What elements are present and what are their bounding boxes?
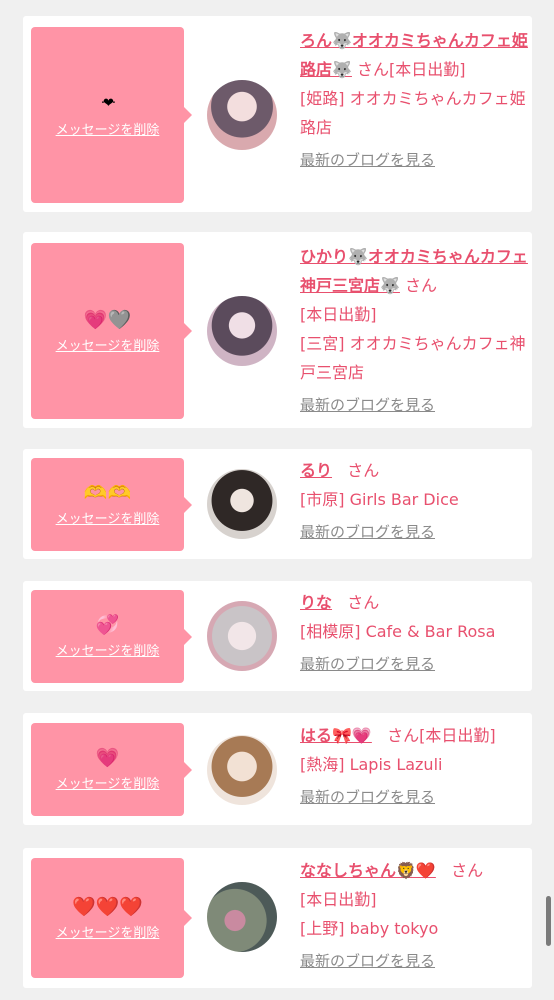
delete-message-link[interactable]: メッセージを削除: [56, 922, 160, 941]
emoji-heart-icon: 💗: [95, 747, 120, 769]
avatar[interactable]: [207, 296, 277, 366]
latest-blog-link[interactable]: 最新のブログを見る: [300, 783, 528, 812]
latest-blog-link[interactable]: 最新のブログを見る: [300, 518, 528, 547]
message-bubble: ·❤· メッセージを削除: [31, 27, 192, 203]
delete-message-link[interactable]: メッセージを削除: [56, 508, 160, 527]
cast-name-link[interactable]: はる🎀💗: [300, 726, 372, 745]
work-status: [本日出勤]: [419, 726, 496, 745]
message-bubble: 💞 メッセージを削除: [31, 590, 192, 683]
avatar[interactable]: [207, 80, 277, 150]
cast-info: るり さん [市原] Girls Bar Dice 最新のブログを見る: [300, 456, 528, 547]
delete-message-link[interactable]: メッセージを削除: [56, 773, 160, 792]
honorific: さん: [451, 861, 484, 880]
emoji-hearts-icon: 💞: [95, 614, 120, 636]
shop-info: [上野] baby tokyo: [300, 919, 439, 938]
honorific: さん: [405, 276, 438, 295]
emoji-heart-hands-icon: 🫶🫶: [83, 482, 132, 504]
latest-blog-link[interactable]: 最新のブログを見る: [300, 391, 528, 420]
avatar[interactable]: [207, 601, 277, 671]
message-bubble: 🫶🫶 メッセージを削除: [31, 458, 192, 551]
delete-message-link[interactable]: メッセージを削除: [56, 335, 160, 354]
shop-info: [相模原] Cafe & Bar Rosa: [300, 622, 496, 641]
cast-name-link[interactable]: るり: [300, 461, 332, 480]
cast-name-link[interactable]: りな: [300, 593, 332, 612]
honorific: さん: [357, 60, 390, 79]
avatar[interactable]: [207, 735, 277, 805]
work-status: [本日出勤]: [300, 890, 377, 909]
work-status: [本日出勤]: [389, 60, 466, 79]
emoji-red-hearts-icon: ❤️❤️❤️: [72, 895, 143, 918]
message-card: ·❤· メッセージを削除 ろん🐺オオカミちゃんカフェ姫路店🐺 さん[本日出勤] …: [23, 16, 532, 212]
honorific: さん: [347, 593, 380, 612]
work-status: [本日出勤]: [300, 305, 377, 324]
cast-info: りな さん [相模原] Cafe & Bar Rosa 最新のブログを見る: [300, 588, 528, 679]
shop-info: [三宮] オオカミちゃんカフェ神戸三宮店: [300, 334, 526, 382]
cast-info: ななしちゃん🦁❤️ さん [本日出勤] [上野] baby tokyo 最新のブ…: [300, 856, 528, 976]
cast-info: ひかり🐺オオカミちゃんカフェ神戸三宮店🐺 さん [本日出勤] [三宮] オオカミ…: [300, 242, 528, 420]
scrollbar[interactable]: [546, 896, 551, 946]
delete-message-link[interactable]: メッセージを削除: [56, 640, 160, 659]
emoji-heart-icon: 💗🩶: [83, 308, 132, 331]
avatar[interactable]: [207, 882, 277, 952]
message-card: ❤️❤️❤️ メッセージを削除 ななしちゃん🦁❤️ さん [本日出勤] [上野]…: [23, 848, 532, 988]
message-card: 💗 メッセージを削除 はる🎀💗 さん[本日出勤] [熱海] Lapis Lazu…: [23, 713, 532, 825]
latest-blog-link[interactable]: 最新のブログを見る: [300, 947, 528, 976]
message-card: 💗🩶 メッセージを削除 ひかり🐺オオカミちゃんカフェ神戸三宮店🐺 さん [本日出…: [23, 232, 532, 428]
honorific: さん: [347, 461, 380, 480]
delete-message-link[interactable]: メッセージを削除: [56, 119, 160, 138]
message-card: 💞 メッセージを削除 りな さん [相模原] Cafe & Bar Rosa 最…: [23, 581, 532, 691]
message-bubble: ❤️❤️❤️ メッセージを削除: [31, 858, 192, 978]
avatar[interactable]: [207, 469, 277, 539]
emoji-heart-icon: ·❤·: [100, 95, 116, 111]
latest-blog-link[interactable]: 最新のブログを見る: [300, 146, 528, 175]
latest-blog-link[interactable]: 最新のブログを見る: [300, 650, 528, 679]
shop-info: [市原] Girls Bar Dice: [300, 490, 459, 509]
shop-info: [熱海] Lapis Lazuli: [300, 755, 443, 774]
cast-info: ろん🐺オオカミちゃんカフェ姫路店🐺 さん[本日出勤] [姫路] オオカミちゃんカ…: [300, 26, 528, 175]
message-bubble: 💗🩶 メッセージを削除: [31, 243, 192, 419]
shop-info: [姫路] オオカミちゃんカフェ姫路店: [300, 89, 526, 137]
message-card: 🫶🫶 メッセージを削除 るり さん [市原] Girls Bar Dice 最新…: [23, 449, 532, 559]
cast-info: はる🎀💗 さん[本日出勤] [熱海] Lapis Lazuli 最新のブログを見…: [300, 721, 528, 812]
cast-name-link[interactable]: ななしちゃん🦁❤️: [300, 861, 436, 880]
honorific: さん: [387, 726, 420, 745]
message-bubble: 💗 メッセージを削除: [31, 723, 192, 816]
